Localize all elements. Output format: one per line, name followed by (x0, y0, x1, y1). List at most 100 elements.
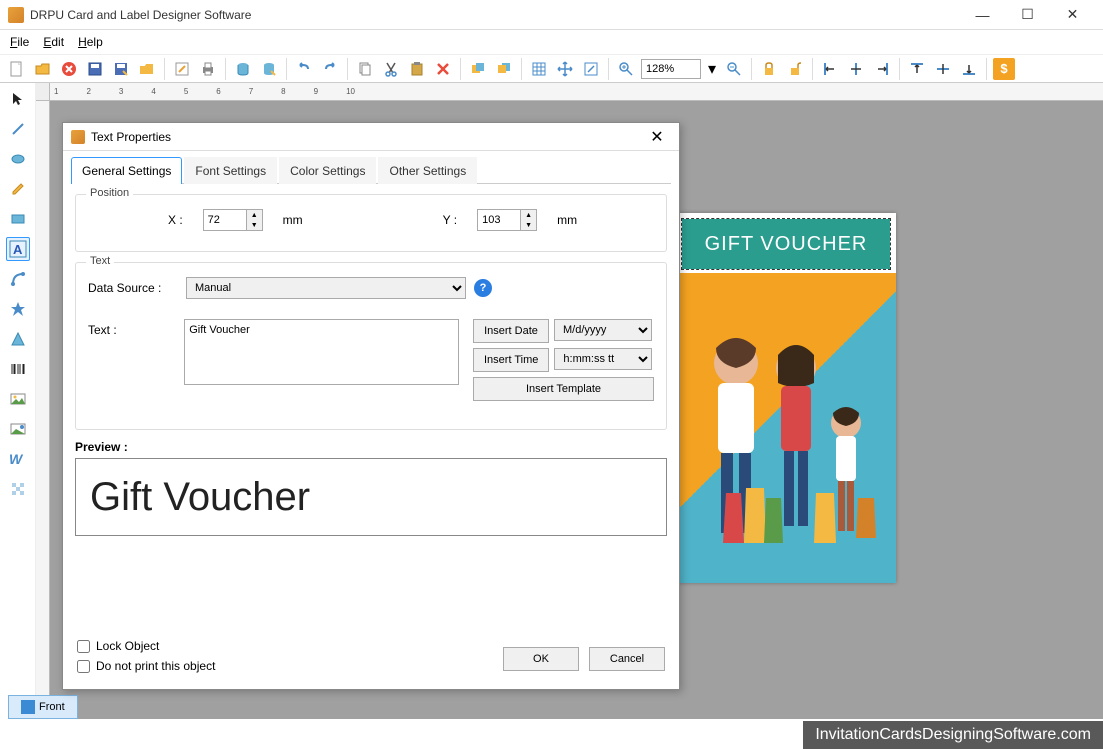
star-tool-icon[interactable] (6, 297, 30, 321)
preview-box: Gift Voucher (75, 458, 667, 536)
insert-date-button[interactable]: Insert Date (473, 319, 549, 343)
delete-icon[interactable] (58, 58, 80, 80)
dialog-titlebar[interactable]: Text Properties ✕ (63, 123, 679, 151)
open-icon[interactable] (32, 58, 54, 80)
tab-color[interactable]: Color Settings (279, 157, 376, 184)
database-icon[interactable] (232, 58, 254, 80)
align-right-icon[interactable] (871, 58, 893, 80)
data-source-select[interactable]: Manual (186, 277, 466, 299)
page-tabs: Front (8, 695, 78, 719)
dialog-title: Text Properties (91, 130, 643, 144)
delete-x-icon[interactable] (432, 58, 454, 80)
zoom-in-icon[interactable] (615, 58, 637, 80)
cancel-button[interactable]: Cancel (589, 647, 665, 671)
align-left-icon[interactable] (819, 58, 841, 80)
help-icon[interactable]: ? (474, 279, 492, 297)
align-middle-icon[interactable] (932, 58, 954, 80)
menu-help[interactable]: Help (78, 35, 103, 49)
send-back-icon[interactable] (493, 58, 515, 80)
pencil-tool-icon[interactable] (6, 177, 30, 201)
minimize-button[interactable]: — (960, 1, 1005, 29)
svg-text:A: A (13, 242, 23, 257)
database-edit-icon[interactable] (258, 58, 280, 80)
undo-icon[interactable] (293, 58, 315, 80)
paste-icon[interactable] (406, 58, 428, 80)
arc-tool-icon[interactable] (6, 267, 30, 291)
dialog-icon (71, 130, 85, 144)
save-as-icon[interactable] (110, 58, 132, 80)
unlock-icon[interactable] (784, 58, 806, 80)
redo-icon[interactable] (319, 58, 341, 80)
insert-time-button[interactable]: Insert Time (473, 348, 549, 372)
align-center-h-icon[interactable] (845, 58, 867, 80)
menu-edit[interactable]: Edit (43, 35, 64, 49)
copy-icon[interactable] (354, 58, 376, 80)
time-format-select[interactable]: h:mm:ss tt (554, 348, 652, 370)
align-top-icon[interactable] (906, 58, 928, 80)
lock-icon[interactable] (758, 58, 780, 80)
noprint-checkbox[interactable]: Do not print this object (77, 659, 215, 673)
insert-template-button[interactable]: Insert Template (473, 377, 654, 401)
bring-front-icon[interactable] (467, 58, 489, 80)
text-tool-icon[interactable]: A (6, 237, 30, 261)
position-fieldset: Position X : ▲▼ mm Y : ▲▼ mm (75, 194, 667, 252)
y-down-icon[interactable]: ▼ (521, 220, 536, 230)
dialog-close-icon[interactable]: ✕ (643, 127, 671, 147)
rectangle-tool-icon[interactable] (6, 207, 30, 231)
line-tool-icon[interactable] (6, 117, 30, 141)
grid-icon[interactable] (528, 58, 550, 80)
x-input[interactable] (204, 210, 246, 230)
text-properties-dialog: Text Properties ✕ General Settings Font … (62, 122, 680, 690)
maximize-button[interactable]: ☐ (1005, 1, 1050, 29)
ruler-vertical (36, 101, 50, 719)
svg-text:W: W (9, 451, 24, 467)
close-button[interactable]: ✕ (1050, 1, 1095, 29)
pointer-tool-icon[interactable] (6, 87, 30, 111)
x-up-icon[interactable]: ▲ (247, 210, 262, 220)
dialog-tabs: General Settings Font Settings Color Set… (71, 157, 671, 184)
x-label: X : (168, 213, 183, 227)
tab-other[interactable]: Other Settings (378, 157, 477, 184)
cut-icon[interactable] (380, 58, 402, 80)
zoom-dropdown-icon[interactable]: ▾ (705, 58, 719, 80)
date-format-select[interactable]: M/d/yyyy (554, 319, 652, 341)
price-icon[interactable]: $ (993, 58, 1015, 80)
resize-icon[interactable] (580, 58, 602, 80)
main-toolbar: ▾ $ (0, 55, 1103, 83)
y-label: Y : (443, 213, 457, 227)
card-design[interactable]: GIFT VOUCHER (676, 213, 896, 583)
front-tab[interactable]: Front (8, 695, 78, 719)
zoom-out-icon[interactable] (723, 58, 745, 80)
menu-file[interactable]: File (10, 35, 29, 49)
text-label: Text : (88, 319, 176, 337)
align-bottom-icon[interactable] (958, 58, 980, 80)
text-legend: Text (86, 255, 114, 267)
pattern-tool-icon[interactable] (6, 477, 30, 501)
x-spinner[interactable]: ▲▼ (203, 209, 263, 231)
y-up-icon[interactable]: ▲ (521, 210, 536, 220)
tab-font[interactable]: Font Settings (184, 157, 277, 184)
open-folder-icon[interactable] (136, 58, 158, 80)
y-input[interactable] (478, 210, 520, 230)
image-library-icon[interactable] (6, 417, 30, 441)
barcode-tool-icon[interactable] (6, 357, 30, 381)
x-down-icon[interactable]: ▼ (247, 220, 262, 230)
print-icon[interactable] (197, 58, 219, 80)
ruler-corner (36, 83, 50, 101)
ellipse-tool-icon[interactable] (6, 147, 30, 171)
wordart-tool-icon[interactable]: W (6, 447, 30, 471)
y-spinner[interactable]: ▲▼ (477, 209, 537, 231)
lock-object-checkbox[interactable]: Lock Object (77, 639, 215, 653)
tab-general[interactable]: General Settings (71, 157, 182, 184)
text-input[interactable] (184, 319, 459, 385)
edit-icon[interactable] (171, 58, 193, 80)
image-tool-icon[interactable] (6, 387, 30, 411)
gift-voucher-banner[interactable]: GIFT VOUCHER (682, 219, 890, 269)
ok-button[interactable]: OK (503, 647, 579, 671)
save-icon[interactable] (84, 58, 106, 80)
new-icon[interactable] (6, 58, 28, 80)
move-icon[interactable] (554, 58, 576, 80)
zoom-level-input[interactable] (641, 59, 701, 79)
triangle-tool-icon[interactable] (6, 327, 30, 351)
left-tool-palette: A W (0, 83, 36, 719)
